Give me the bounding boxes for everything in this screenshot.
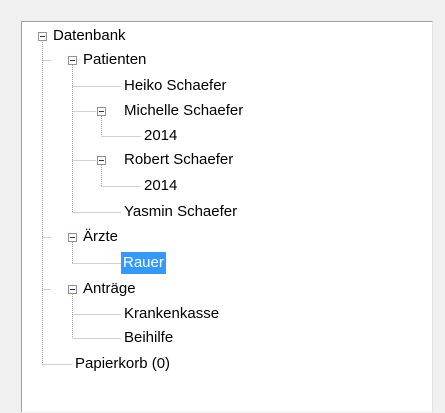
tree-node-datenbank[interactable]: Datenbank bbox=[51, 25, 128, 47]
tree-node-patienten[interactable]: Patienten bbox=[81, 49, 148, 71]
tree-node-robert-2014[interactable]: 2014 bbox=[142, 175, 179, 197]
tree-node-beihilfe[interactable]: Beihilfe bbox=[122, 327, 175, 349]
collapse-toggle-aerzte[interactable] bbox=[68, 233, 77, 242]
tree-node-yasmin-schaefer[interactable]: Yasmin Schaefer bbox=[122, 201, 239, 223]
tree-node-heiko-schaefer[interactable]: Heiko Schaefer bbox=[122, 75, 229, 97]
collapse-toggle-robert-schaefer[interactable] bbox=[97, 156, 106, 165]
tree-node-robert-schaefer[interactable]: Robert Schaefer bbox=[122, 149, 235, 171]
tree-node-krankenkasse[interactable]: Krankenkasse bbox=[122, 303, 221, 325]
tree-node-aerzte[interactable]: Ärzte bbox=[81, 226, 120, 248]
tree-node-michelle-2014[interactable]: 2014 bbox=[142, 125, 179, 147]
collapse-toggle-patienten[interactable] bbox=[68, 56, 77, 65]
collapse-toggle-antraege[interactable] bbox=[68, 285, 77, 294]
tree-node-papierkorb[interactable]: Papierkorb (0) bbox=[73, 353, 172, 375]
tree-node-michelle-schaefer[interactable]: Michelle Schaefer bbox=[122, 100, 245, 122]
collapse-toggle-datenbank[interactable] bbox=[38, 32, 47, 41]
tree-view[interactable]: Datenbank Patienten Heiko Schaefer Miche… bbox=[21, 21, 433, 412]
tree-node-antraege[interactable]: Anträge bbox=[81, 278, 138, 300]
tree-node-rauer-selected[interactable]: Rauer bbox=[121, 252, 166, 274]
collapse-toggle-michelle-schaefer[interactable] bbox=[97, 107, 106, 116]
